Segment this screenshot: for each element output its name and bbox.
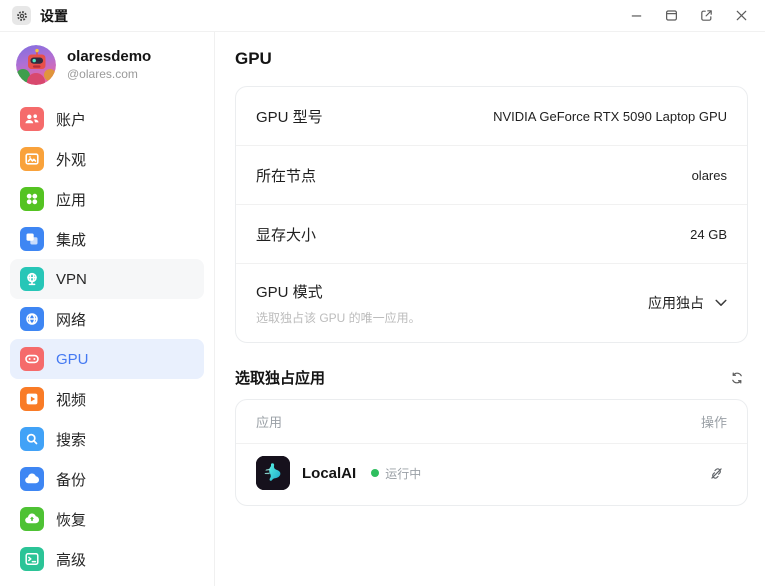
globe-stand-icon (20, 267, 44, 291)
gpu-info-card: GPU 型号 NVIDIA GeForce RTX 5090 Laptop GP… (235, 86, 748, 343)
localai-app-icon (256, 456, 290, 490)
sidebar-item-label: VPN (56, 270, 87, 288)
gpu-mode-labels: GPU 模式 选取独占该 GPU 的唯一应用。 (256, 281, 421, 326)
user-name: olaresdemo (67, 47, 152, 65)
avatar (16, 45, 56, 85)
users-icon (20, 107, 44, 131)
sidebar-item-vpn[interactable]: VPN (10, 259, 204, 299)
apps-icon (20, 187, 44, 211)
close-button[interactable] (732, 6, 751, 25)
sidebar-item-search[interactable]: 搜索 (10, 419, 204, 459)
app-status: 运行中 (371, 465, 421, 482)
sidebar-item-label: 搜索 (56, 431, 87, 449)
user-profile[interactable]: olaresdemo @olares.com (10, 45, 204, 85)
row-label: GPU 模式 (256, 283, 323, 301)
sidebar-item-appearance[interactable]: 外观 (10, 139, 204, 179)
gpu-mode-select[interactable]: 应用独占 (648, 293, 727, 313)
open-external-button[interactable] (697, 6, 716, 25)
sidebar-item-restore[interactable]: 恢复 (10, 499, 204, 539)
main-content: GPU GPU 型号 NVIDIA GeForce RTX 5090 Lapto… (215, 32, 765, 586)
window-title: 设置 (40, 7, 68, 24)
row-label: 显存大小 (256, 226, 317, 244)
sidebar-item-label: 集成 (56, 231, 87, 249)
unlink-icon (708, 465, 725, 482)
sidebar-item-label: 高级 (56, 551, 87, 569)
video-play-icon (20, 387, 44, 411)
sidebar-item-label: 网络 (56, 311, 87, 329)
chevron-down-icon (715, 299, 727, 307)
sidebar-item-applications[interactable]: 应用 (10, 179, 204, 219)
sidebar-item-integration[interactable]: 集成 (10, 219, 204, 259)
sidebar: olaresdemo @olares.com 账户 外观 应用 集成 VPN 网… (0, 32, 215, 586)
row-label: GPU 型号 (256, 108, 323, 126)
settings-app-icon (12, 6, 31, 25)
exclusive-app-section-header: 选取独占应用 (235, 367, 746, 388)
page-title: GPU (235, 49, 272, 68)
section-title: 选取独占应用 (235, 370, 326, 387)
sidebar-item-account[interactable]: 账户 (10, 99, 204, 139)
sidebar-item-label: 应用 (56, 191, 87, 209)
vram-row: 显存大小 24 GB (236, 205, 747, 264)
gpu-mode-value: 应用独占 (648, 295, 704, 311)
unbind-app-button[interactable] (706, 463, 727, 484)
maximize-button[interactable] (662, 6, 681, 25)
globe-icon (20, 307, 44, 331)
node-row: 所在节点 olares (236, 146, 747, 205)
app-name: LocalAI (302, 464, 357, 482)
gpu-model-row: GPU 型号 NVIDIA GeForce RTX 5090 Laptop GP… (236, 87, 747, 146)
gpu-mode-row: GPU 模式 选取独占该 GPU 的唯一应用。 应用独占 (236, 264, 747, 342)
table-header: 应用 操作 (236, 400, 747, 444)
magnifier-icon (20, 427, 44, 451)
minimize-button[interactable] (627, 6, 646, 25)
sidebar-menu: 账户 外观 应用 集成 VPN 网络 GPU 视频 搜索 备份 恢复 高级 (10, 99, 204, 579)
sidebar-item-label: GPU (56, 350, 89, 368)
sidebar-item-advanced[interactable]: 高级 (10, 539, 204, 579)
sidebar-item-label: 视频 (56, 391, 87, 409)
column-app: 应用 (256, 415, 283, 430)
exclusive-app-table: 应用 操作 LocalAI 运行中 (235, 399, 748, 506)
sidebar-item-label: 恢复 (56, 511, 87, 529)
user-handle: @olares.com (67, 67, 138, 82)
titlebar: 设置 (0, 0, 765, 32)
sidebar-item-label: 备份 (56, 471, 87, 489)
sidebar-item-gpu[interactable]: GPU (10, 339, 204, 379)
column-action: 操作 (700, 415, 727, 430)
gpu-mode-description: 选取独占该 GPU 的唯一应用。 (256, 310, 421, 325)
overlap-squares-icon (20, 227, 44, 251)
gpu-model-value: NVIDIA GeForce RTX 5090 Laptop GPU (493, 108, 727, 124)
table-row: LocalAI 运行中 (236, 444, 747, 505)
terminal-icon (20, 547, 44, 571)
sidebar-item-label: 外观 (56, 151, 87, 169)
refresh-button[interactable] (728, 369, 746, 387)
sidebar-item-label: 账户 (56, 111, 87, 129)
cloud-restore-icon (20, 507, 44, 531)
sidebar-item-video[interactable]: 视频 (10, 379, 204, 419)
vram-value: 24 GB (690, 226, 727, 242)
row-label: 所在节点 (256, 167, 317, 185)
status-dot (371, 469, 380, 477)
image-icon (20, 147, 44, 171)
refresh-icon (730, 371, 744, 385)
status-text: 运行中 (385, 466, 422, 481)
sidebar-item-backup[interactable]: 备份 (10, 459, 204, 499)
cloud-icon (20, 467, 44, 491)
gpu-goggles-icon (20, 347, 44, 371)
user-info: olaresdemo @olares.com (67, 48, 151, 83)
sidebar-item-network[interactable]: 网络 (10, 299, 204, 339)
node-value: olares (691, 167, 727, 183)
window-controls (627, 6, 751, 25)
